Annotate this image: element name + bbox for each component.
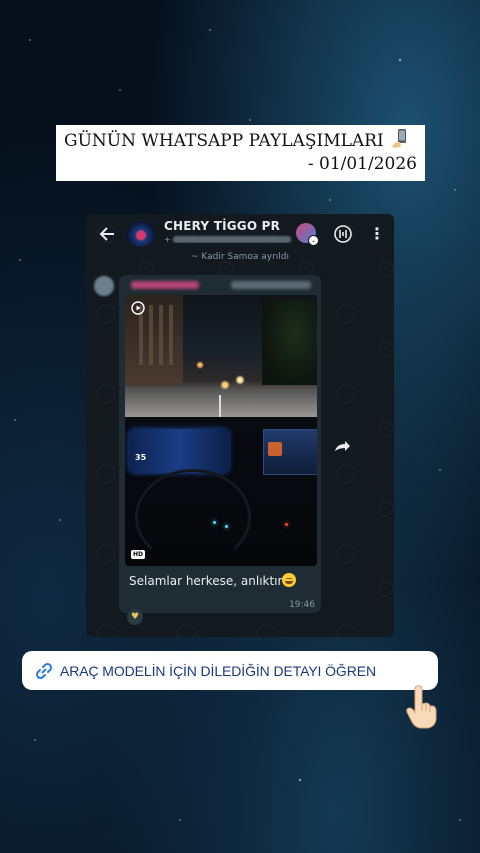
banner-date: - 01/01/2026: [307, 154, 417, 174]
arrow-left-icon[interactable]: [96, 223, 118, 245]
group-participants: +: [164, 235, 294, 243]
message-text: Selamlar herkese, anlıktır: [129, 573, 297, 588]
sender-avatar[interactable]: [94, 276, 114, 296]
forward-icon[interactable]: [331, 435, 353, 457]
steering-wheel: [135, 469, 251, 565]
banner-title: GÜNÜN WHATSAPP PAYLAŞIMLARI: [64, 131, 384, 151]
infotainment-screen: [263, 429, 317, 475]
grin-emoji-icon: [282, 573, 297, 587]
dashboard-photo: 35: [125, 417, 317, 566]
media-collage[interactable]: 35 HD: [125, 295, 317, 566]
group-avatar[interactable]: [126, 221, 156, 247]
more-vert-icon[interactable]: ⋮: [369, 224, 385, 244]
pointing-hand-icon: [406, 685, 437, 729]
reaction-emoji-icon[interactable]: ♥: [127, 609, 143, 625]
message-time: 19:46: [289, 600, 315, 610]
instrument-cluster: 35: [129, 429, 229, 473]
sender-name-redacted: [131, 281, 199, 289]
speed-readout: 35: [135, 453, 147, 462]
chevron-down-icon: ⌄: [308, 235, 319, 246]
sender-phone-redacted: [231, 281, 311, 289]
chat-screenshot: CHERY TİGGO PR + ⌄ ⋮ ~ Kadir Samoa ayrıl…: [86, 214, 394, 637]
group-name[interactable]: CHERY TİGGO PR: [164, 219, 280, 233]
phone-icon: [392, 129, 407, 148]
video-play-icon[interactable]: [131, 301, 145, 315]
details-link-label: ARAÇ MODELİN İÇİN DİLEDİĞİN DETAYI ÖĞREN: [60, 662, 376, 679]
details-link-button[interactable]: ARAÇ MODELİN İÇİN DİLEDİĞİN DETAYI ÖĞREN: [22, 651, 438, 690]
chat-header: CHERY TİGGO PR + ⌄ ⋮: [86, 214, 394, 254]
link-icon: [35, 662, 53, 679]
system-note: ~ Kadir Samoa ayrıldı: [190, 252, 290, 262]
hd-badge: HD: [131, 550, 146, 559]
call-add-icon[interactable]: [333, 224, 353, 244]
title-banner: GÜNÜN WHATSAPP PAYLAŞIMLARI - 01/01/2026: [56, 125, 425, 181]
message-bubble[interactable]: 35 HD Selamlar herkese, anlıktır 19:46: [119, 275, 321, 613]
street-photo: [125, 295, 317, 417]
